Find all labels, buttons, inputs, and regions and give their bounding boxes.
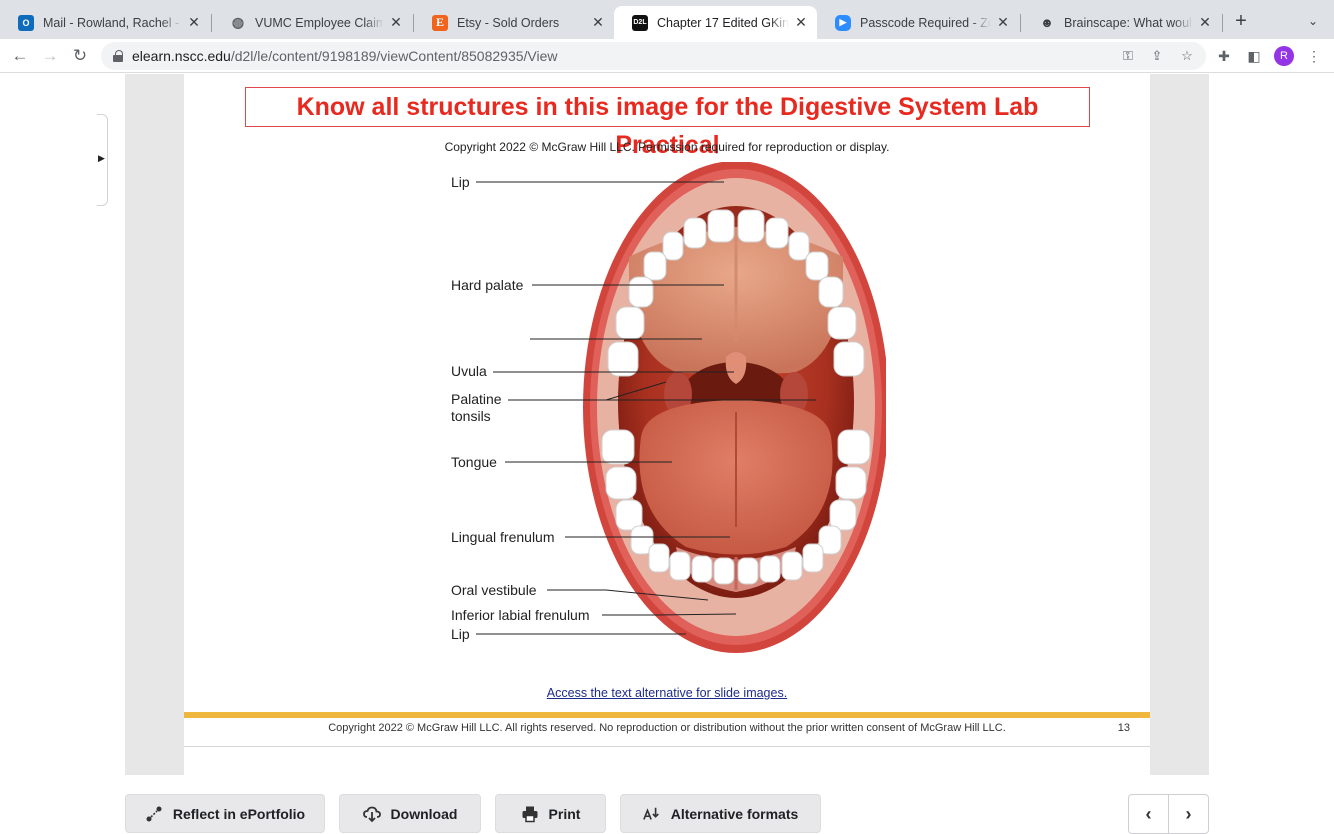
slide-footer-bar [184, 712, 1150, 718]
tab-separator [1222, 14, 1223, 32]
new-tab-plus-icon[interactable]: + [1230, 10, 1252, 32]
kebab-menu-icon[interactable]: ⋮ [1305, 47, 1323, 65]
slide-title: Know all structures in this image for th… [245, 87, 1090, 159]
label-tongue: Tongue [451, 454, 497, 470]
d2l-icon: D2L [632, 14, 648, 31]
label-uvula: Uvula [451, 363, 487, 379]
close-tab-icon[interactable]: ✕ [1197, 14, 1213, 31]
address-bar[interactable]: elearn.nscc.edu/d2l/le/content/9198189/v… [101, 42, 1206, 70]
tab-strip: O Mail - Rowland, Rachel - Outlook ✕ ◍ V… [0, 0, 1334, 39]
print-label: Print [548, 805, 581, 822]
browser-toolbar: ← → ↻ elearn.nscc.edu/d2l/le/content/919… [0, 39, 1334, 73]
etsy-icon: E [432, 14, 448, 31]
next-slide-preview [184, 746, 1150, 775]
lock-icon[interactable] [113, 50, 123, 62]
label-tonsils: tonsils [451, 408, 491, 424]
close-tab-icon[interactable]: ✕ [793, 14, 809, 31]
tab-d2l-chapter-17[interactable]: D2L Chapter 17 Edited GKing - D2L ✕ [614, 6, 817, 39]
anatomy-labels: Lip Hard palate Uvula Palatine tonsils T… [451, 174, 590, 642]
alternative-formats-label: Alternative formats [670, 805, 799, 822]
previous-chevron-icon[interactable]: ‹ [1129, 795, 1168, 833]
print-button[interactable]: Print [495, 794, 606, 833]
tab-title: Passcode Required - Zoom [860, 15, 991, 30]
outlook-icon: O [18, 14, 34, 31]
tab-vumc[interactable]: ◍ VUMC Employee Claim ✕ [212, 6, 412, 39]
tab-title: VUMC Employee Claim [255, 15, 384, 30]
zoom-icon: ▶ [835, 14, 851, 31]
alternative-formats-icon [642, 805, 661, 823]
tab-title: Brainscape: What would you [1064, 15, 1193, 30]
tab-title: Chapter 17 Edited GKing - D2L [657, 15, 789, 30]
close-tab-icon[interactable]: ✕ [590, 14, 606, 31]
label-lip-lower: Lip [451, 626, 470, 642]
label-palatine: Palatine [451, 391, 502, 407]
key-icon[interactable]: ⚿ [1120, 48, 1136, 64]
reflect-in-eportfolio-button[interactable]: Reflect in ePortfolio [125, 794, 325, 833]
extensions-puzzle-icon[interactable]: ✚ [1215, 47, 1233, 65]
brainscape-icon: ☻ [1040, 15, 1054, 30]
slide-pager: ‹ › [1128, 794, 1209, 834]
bookmark-star-icon[interactable]: ☆ [1179, 48, 1195, 64]
label-inferior-labial-frenulum: Inferior labial frenulum [451, 607, 590, 623]
next-chevron-icon[interactable]: › [1168, 795, 1208, 833]
slide-footer-copyright: Copyright 2022 © McGraw Hill LLC. All ri… [328, 722, 1006, 734]
label-lip-upper: Lip [451, 174, 470, 190]
share-icon[interactable]: ⇪ [1149, 48, 1165, 64]
close-tab-icon[interactable]: ✕ [995, 14, 1011, 31]
profile-avatar[interactable]: R [1274, 46, 1294, 66]
download-button[interactable]: Download [339, 794, 481, 833]
sidebar-toggle[interactable]: ▶ [97, 114, 108, 206]
forward-arrow-icon[interactable]: → [38, 44, 62, 68]
slide-page-number: 13 [1117, 722, 1130, 734]
reflect-label: Reflect in ePortfolio [172, 805, 306, 822]
label-oral-vestibule: Oral vestibule [451, 582, 537, 598]
tab-outlook[interactable]: O Mail - Rowland, Rachel - Outlook ✕ [0, 6, 210, 39]
tab-title: Etsy - Sold Orders [457, 15, 560, 30]
label-hard-palate: Hard palate [451, 277, 524, 293]
text-alternative-link[interactable]: Access the text alternative for slide im… [184, 686, 1150, 700]
back-arrow-icon[interactable]: ← [8, 44, 32, 68]
tab-brainscape[interactable]: ☻ Brainscape: What would you ✕ [1021, 6, 1221, 39]
url-host: elearn.nscc.edu [132, 48, 231, 64]
tab-zoom[interactable]: ▶ Passcode Required - Zoom ✕ [817, 6, 1019, 39]
url-text[interactable]: elearn.nscc.edu/d2l/le/content/9198189/v… [132, 48, 558, 64]
printer-icon [521, 805, 539, 823]
eportfolio-icon [145, 805, 163, 823]
tab-etsy[interactable]: E Etsy - Sold Orders ✕ [414, 6, 614, 39]
alternative-formats-button[interactable]: Alternative formats [620, 794, 821, 833]
side-panel-icon[interactable]: ◧ [1245, 47, 1263, 65]
tab-title: Mail - Rowland, Rachel - Outlook [43, 15, 182, 30]
viewer-background-left [125, 74, 184, 775]
slide-copyright: Copyright 2022 © McGraw Hill LLC. Permis… [444, 140, 890, 154]
download-label: Download [390, 805, 458, 822]
slide-13: Know all structures in this image for th… [184, 74, 1150, 737]
cloud-download-icon [362, 805, 381, 823]
tab-search-chevron-icon[interactable]: ⌄ [1304, 12, 1322, 30]
close-tab-icon[interactable]: ✕ [186, 14, 202, 31]
caret-right-icon: ▶ [98, 153, 105, 163]
globe-icon: ◍ [231, 14, 245, 30]
url-path: /d2l/le/content/9198189/viewContent/8508… [230, 48, 558, 64]
viewer-background-right [1150, 74, 1209, 775]
label-lingual-frenulum: Lingual frenulum [451, 529, 555, 545]
reload-icon[interactable]: ↻ [68, 44, 92, 68]
oral-cavity-diagram: Lip Hard palate Uvula Palatine tonsils T… [451, 162, 886, 653]
close-tab-icon[interactable]: ✕ [388, 14, 404, 31]
